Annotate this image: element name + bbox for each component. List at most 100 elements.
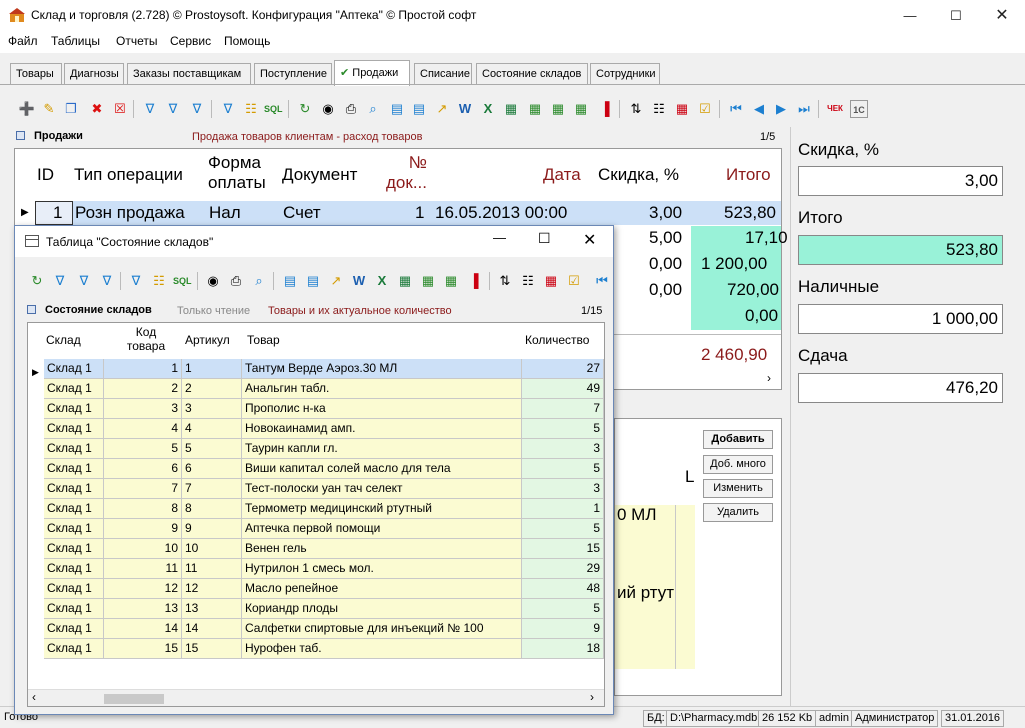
collapse-icon[interactable] xyxy=(27,305,36,314)
table-row[interactable]: Склад 1 9 9 Аптечка первой помощи 5 xyxy=(28,519,604,539)
csv-icon[interactable]: ▦ xyxy=(419,272,437,290)
copy-icon[interactable]: ❐ xyxy=(62,100,80,118)
col-qty[interactable]: Количество xyxy=(525,333,589,347)
table-row[interactable]: Склад 1 7 7 Тест-полоски уан тач селект 3 xyxy=(28,479,604,499)
table-row[interactable]: Склад 1 1 1 Тантум Верде Аэроз.30 МЛ 27 xyxy=(28,359,604,379)
delete-button[interactable]: Удалить xyxy=(703,503,773,522)
tab-sales[interactable]: ✔ Продажи xyxy=(334,60,410,86)
scroll-right-icon[interactable]: › xyxy=(767,371,771,385)
tab-diagnoses[interactable]: Диагнозы xyxy=(64,63,124,85)
col-id[interactable]: ID xyxy=(37,165,54,185)
table-row[interactable]: Склад 1 2 2 Анальгин табл. 49 xyxy=(28,379,604,399)
preview-icon[interactable]: ⌕ xyxy=(250,272,268,290)
print-icon[interactable]: ⎙ xyxy=(227,272,245,290)
tab-writeoff[interactable]: Списание xyxy=(414,63,472,85)
table-row[interactable]: Склад 1 5 5 Таурин капли гл. 3 xyxy=(28,439,604,459)
stock-grid[interactable]: Склад Код товара Артикул Товар Количеств… xyxy=(27,322,605,707)
horizontal-scrollbar[interactable]: ‹ › xyxy=(28,689,604,706)
change-field[interactable]: 476,20 xyxy=(798,373,1003,403)
edit-button[interactable]: Изменить xyxy=(703,479,773,498)
filter-clear-icon[interactable]: ∇ xyxy=(75,272,93,290)
delete-icon[interactable]: ✖ xyxy=(88,100,106,118)
add-many-button[interactable]: Доб. много xyxy=(703,455,773,474)
word-icon[interactable]: W xyxy=(456,100,474,118)
refresh-icon[interactable]: ↻ xyxy=(28,272,46,290)
menu-file[interactable]: Файл xyxy=(8,34,38,48)
sql-icon[interactable]: SQL xyxy=(173,272,192,290)
filter-by-icon[interactable]: ∇ xyxy=(219,100,237,118)
stock-state-window[interactable]: Таблица "Состояние складов" — ☐ ✕ ↻ ∇ ∇ … xyxy=(14,225,614,715)
sql-icon[interactable]: SQL xyxy=(264,100,283,118)
minimize-button[interactable]: — xyxy=(887,0,933,31)
html-icon[interactable]: ▦ xyxy=(572,100,590,118)
grid-icon[interactable]: ▦ xyxy=(673,100,691,118)
first-icon[interactable]: ⏮ xyxy=(593,272,611,290)
cash-field[interactable]: 1 000,00 xyxy=(798,304,1003,334)
col-total[interactable]: Итого xyxy=(726,165,771,185)
menu-help[interactable]: Помощь xyxy=(224,34,270,48)
sort-icon[interactable]: ⇅ xyxy=(627,100,645,118)
filter-off-icon[interactable]: ∇ xyxy=(188,100,206,118)
table-row[interactable]: Склад 1 6 6 Виши капитал солей масло для те… xyxy=(28,459,604,479)
table-row[interactable]: Склад 1 3 3 Прополис н-ка 7 xyxy=(28,399,604,419)
tab-stock-state[interactable]: Состояние складов xyxy=(476,63,588,85)
add-button[interactable]: Добавить xyxy=(703,430,773,449)
xml-icon[interactable]: ▦ xyxy=(549,100,567,118)
col-code[interactable]: Код товара xyxy=(120,325,172,353)
close-button[interactable]: ✕ xyxy=(979,0,1025,31)
table-row[interactable]: Склад 1 8 8 Термометр медицинский ртутный 1 xyxy=(28,499,604,519)
settings-icon[interactable]: ☑ xyxy=(696,100,714,118)
export-icon[interactable]: ↗ xyxy=(433,100,451,118)
menu-service[interactable]: Сервис xyxy=(170,34,211,48)
col-docno[interactable]: № док... xyxy=(375,153,427,193)
report-icon[interactable]: ▤ xyxy=(388,100,406,118)
binoculars-icon[interactable]: ◉ xyxy=(204,272,222,290)
filter-clear-icon[interactable]: ∇ xyxy=(164,100,182,118)
total-field[interactable]: 523,80 xyxy=(798,235,1003,265)
print-icon[interactable]: ⎙ xyxy=(342,100,360,118)
excel2-icon[interactable]: ▦ xyxy=(502,100,520,118)
table-row[interactable]: Склад 1 14 14 Салфетки спиртовые для инъекц… xyxy=(28,619,604,639)
table-row[interactable]: Склад 1 11 11 Нутрилон 1 смесь мол. 29 xyxy=(28,559,604,579)
delete-all-icon[interactable]: ☒ xyxy=(111,100,129,118)
first-icon[interactable]: ⏮ xyxy=(727,100,745,118)
collapse-icon[interactable] xyxy=(16,131,25,140)
filter-icon[interactable]: ∇ xyxy=(141,100,159,118)
col-disc[interactable]: Скидка, % xyxy=(598,165,679,185)
discount-field[interactable]: 3,00 xyxy=(798,166,1003,196)
edit-icon[interactable]: ✎ xyxy=(40,100,58,118)
refresh-icon[interactable]: ↻ xyxy=(296,100,314,118)
col-doc[interactable]: Документ xyxy=(282,165,357,185)
excel2-icon[interactable]: ▦ xyxy=(396,272,414,290)
table-row[interactable]: Склад 1 15 15 Нурофен таб. 18 xyxy=(28,639,604,659)
col-name[interactable]: Товар xyxy=(247,333,280,347)
xml-icon[interactable]: ▦ xyxy=(442,272,460,290)
popup-close-button[interactable]: ✕ xyxy=(583,230,596,250)
col-store[interactable]: Склад xyxy=(46,333,81,347)
prev-icon[interactable]: ◀ xyxy=(750,100,768,118)
tab-receipts[interactable]: Поступление xyxy=(254,63,332,85)
add-icon[interactable]: ➕ xyxy=(18,100,36,118)
menu-reports[interactable]: Отчеты xyxy=(116,34,157,48)
binoculars-icon[interactable]: ◉ xyxy=(319,100,337,118)
col-op[interactable]: Тип операции xyxy=(74,165,183,185)
report2-icon[interactable]: ▤ xyxy=(410,100,428,118)
table-row[interactable]: Склад 1 13 13 Кориандр плоды 5 xyxy=(28,599,604,619)
1c-icon[interactable]: 1С xyxy=(850,100,868,118)
sort-icon[interactable]: ⇅ xyxy=(496,272,514,290)
group-icon[interactable]: ☷ xyxy=(150,272,168,290)
filter-off-icon[interactable]: ∇ xyxy=(98,272,116,290)
report2-icon[interactable]: ▤ xyxy=(304,272,322,290)
table-row[interactable]: Склад 1 10 10 Венен гель 15 xyxy=(28,539,604,559)
excel-icon[interactable]: X xyxy=(479,100,497,118)
grid-icon[interactable]: ▦ xyxy=(542,272,560,290)
filter-by-icon[interactable]: ∇ xyxy=(127,272,145,290)
menu-tables[interactable]: Таблицы xyxy=(51,34,100,48)
word-icon[interactable]: W xyxy=(350,272,368,290)
scroll-right-icon[interactable]: › xyxy=(590,690,594,704)
popup-maximize-button[interactable]: ☐ xyxy=(538,230,551,247)
next-icon[interactable]: ▶ xyxy=(772,100,790,118)
tab-employees[interactable]: Сотрудники xyxy=(590,63,660,85)
table-row[interactable]: Склад 1 12 12 Масло репейное 48 xyxy=(28,579,604,599)
report-icon[interactable]: ▤ xyxy=(281,272,299,290)
